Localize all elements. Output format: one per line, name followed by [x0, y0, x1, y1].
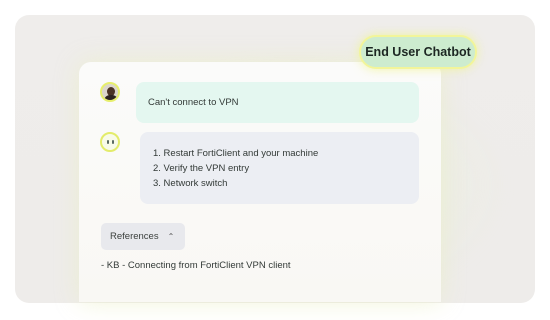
user-avatar: [100, 82, 120, 102]
badge-label: End User Chatbot: [365, 45, 471, 59]
reference-link[interactable]: - KB - Connecting from FortiClient VPN c…: [101, 260, 291, 271]
bot-eye-right: [111, 140, 114, 144]
bot-eye-left: [106, 140, 109, 144]
bot-step: 2. Verify the VPN entry: [153, 163, 250, 174]
user-message-text: Can't connect to VPN: [148, 97, 239, 108]
bot-message-bubble: 1. Restart FortiClient and your machine …: [140, 132, 419, 204]
user-message-bubble: Can't connect to VPN: [136, 82, 419, 123]
references-label: References: [110, 231, 159, 242]
chevron-up-icon: ⌃: [167, 232, 175, 241]
references-toggle-button[interactable]: References ⌃: [101, 223, 185, 250]
bot-avatar-icon: [100, 132, 120, 152]
bot-steps-list: 1. Restart FortiClient and your machine …: [153, 146, 419, 191]
end-user-chatbot-badge: End User Chatbot: [359, 35, 477, 69]
bot-step: 1. Restart FortiClient and your machine: [153, 148, 319, 159]
bot-step: 3. Network switch: [153, 178, 228, 189]
